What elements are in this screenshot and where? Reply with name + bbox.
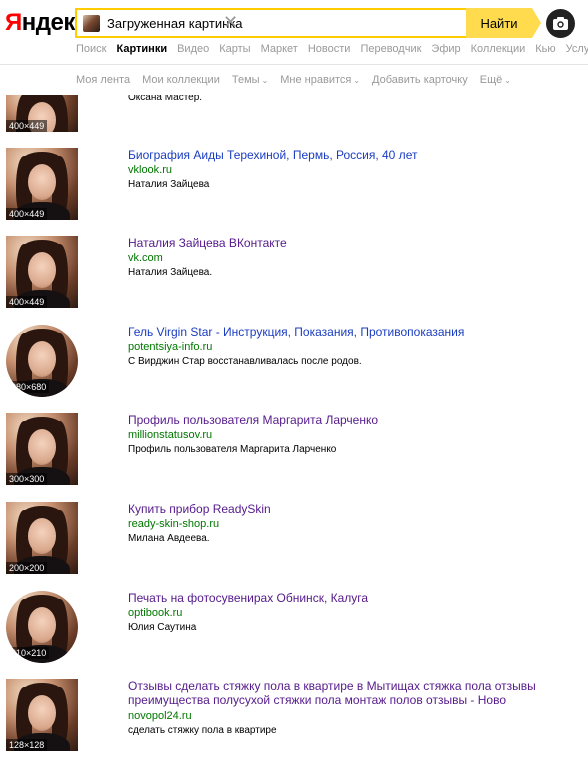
image-size-label: 200×200: [6, 562, 48, 574]
image-size-label: 300×300: [6, 473, 48, 485]
tab-video[interactable]: Видео: [177, 43, 209, 55]
result-title-link[interactable]: Наталия Зайцева ВКонтакте: [128, 236, 287, 250]
result-photo[interactable]: 300×300: [6, 413, 78, 485]
subnav-my-collections[interactable]: Мои коллекции: [142, 74, 220, 86]
result-item: 210×210 Печать на фотосувенирах Обнинск,…: [0, 591, 588, 671]
tab-translator[interactable]: Переводчик: [360, 43, 421, 55]
camera-icon[interactable]: [546, 9, 575, 38]
result-url-link[interactable]: millionstatusov.ru: [128, 429, 212, 441]
service-tabs: Поиск Картинки Видео Карты Маркет Новост…: [76, 43, 588, 55]
image-size-label: 128×128: [6, 739, 48, 751]
chevron-down-icon: ⌄: [261, 76, 269, 85]
tab-search[interactable]: Поиск: [76, 43, 106, 55]
result-description: С Вирджин Стар восстанавливалась после р…: [128, 356, 362, 367]
search-box: Загруженная картинка ✕: [75, 8, 467, 38]
result-item: 680×680 Гель Virgin Star - Инструкция, П…: [0, 325, 588, 405]
chevron-down-icon: ⌄: [353, 76, 361, 85]
result-description: сделать стяжку пола в квартире: [128, 725, 277, 736]
result-item: 200×200 Купить прибор ReadySkin ready-sk…: [0, 502, 588, 582]
result-photo[interactable]: 128×128: [6, 679, 78, 751]
tab-news[interactable]: Новости: [308, 43, 351, 55]
result-photo[interactable]: 680×680: [6, 325, 78, 397]
result-photo[interactable]: 210×210: [6, 591, 78, 663]
result-item: 128×128 Отзывы сделать стяжку пола в ква…: [0, 679, 588, 759]
close-icon[interactable]: ✕: [223, 12, 238, 33]
result-item: 400×449 Наталия Зайцева ВКонтакте vk.com…: [0, 236, 588, 316]
image-size-label: 400×449: [6, 208, 48, 220]
results-list: 400×449 Оксана Мастер. 400×449 Биография…: [0, 0, 588, 768]
find-button[interactable]: Найти: [466, 8, 532, 38]
result-item: 300×300 Профиль пользователя Маргарита Л…: [0, 413, 588, 493]
tab-services[interactable]: Услуги: [566, 43, 588, 55]
subnav-my-feed[interactable]: Моя лента: [76, 74, 130, 86]
result-url-link[interactable]: novopol24.ru: [128, 710, 192, 722]
result-title-link[interactable]: Отзывы сделать стяжку пола в квартире в …: [128, 679, 548, 707]
tab-maps[interactable]: Карты: [219, 43, 250, 55]
result-description: Милана Авдеева.: [128, 533, 210, 544]
subnav-liked[interactable]: Мне нравится ⌄: [280, 74, 360, 86]
image-size-label: 400×449: [6, 120, 48, 132]
result-description: Наталия Зайцева.: [128, 267, 213, 278]
result-title-link[interactable]: Печать на фотосувенирах Обнинск, Калуга: [128, 591, 368, 605]
result-description: Наталия Зайцева: [128, 179, 210, 190]
image-size-label: 400×449: [6, 296, 48, 308]
header-divider: [0, 64, 588, 65]
result-url-link[interactable]: vklook.ru: [128, 164, 172, 176]
result-description: Профиль пользователя Маргарита Ларченко: [128, 444, 337, 455]
tab-q[interactable]: Кью: [535, 43, 555, 55]
chevron-down-icon: ⌄: [504, 76, 511, 85]
subnav-add-card[interactable]: Добавить карточку: [372, 74, 468, 86]
find-button-arrow: [532, 8, 541, 38]
result-url-link[interactable]: vk.com: [128, 252, 163, 264]
result-url-link[interactable]: ready-skin-shop.ru: [128, 518, 219, 530]
result-item: 400×449 Биография Аиды Терехиной, Пермь,…: [0, 148, 588, 228]
tab-market[interactable]: Маркет: [261, 43, 298, 55]
result-title-link[interactable]: Профиль пользователя Маргарита Ларченко: [128, 413, 378, 427]
image-size-label: 210×210: [8, 647, 50, 659]
result-title-link[interactable]: Гель Virgin Star - Инструкция, Показания…: [128, 325, 464, 339]
result-photo[interactable]: 400×449: [6, 236, 78, 308]
tab-efir[interactable]: Эфир: [431, 43, 460, 55]
result-title-link[interactable]: Биография Аиды Терехиной, Пермь, Россия,…: [128, 148, 417, 162]
images-subnav: Моя лента Мои коллекции Темы ⌄ Мне нравит…: [76, 74, 523, 86]
image-size-label: 680×680: [8, 381, 50, 393]
result-description: Юлия Саутина: [128, 622, 197, 633]
result-title-link[interactable]: Купить прибор ReadySkin: [128, 502, 271, 516]
tab-images[interactable]: Картинки: [116, 43, 167, 55]
subnav-topics[interactable]: Темы ⌄: [232, 74, 268, 86]
uploaded-image-thumbnail[interactable]: [83, 15, 100, 32]
result-photo[interactable]: 200×200: [6, 502, 78, 574]
search-input[interactable]: [243, 12, 463, 34]
result-url-link[interactable]: optibook.ru: [128, 607, 182, 619]
result-url-link[interactable]: potentsiya-info.ru: [128, 341, 212, 353]
header: Яндекс Загруженная картинка ✕ Найти Поис…: [0, 0, 588, 66]
subnav-more[interactable]: Ещё ⌄: [480, 74, 511, 86]
result-photo[interactable]: 400×449: [6, 148, 78, 220]
tab-collections[interactable]: Коллекции: [471, 43, 526, 55]
